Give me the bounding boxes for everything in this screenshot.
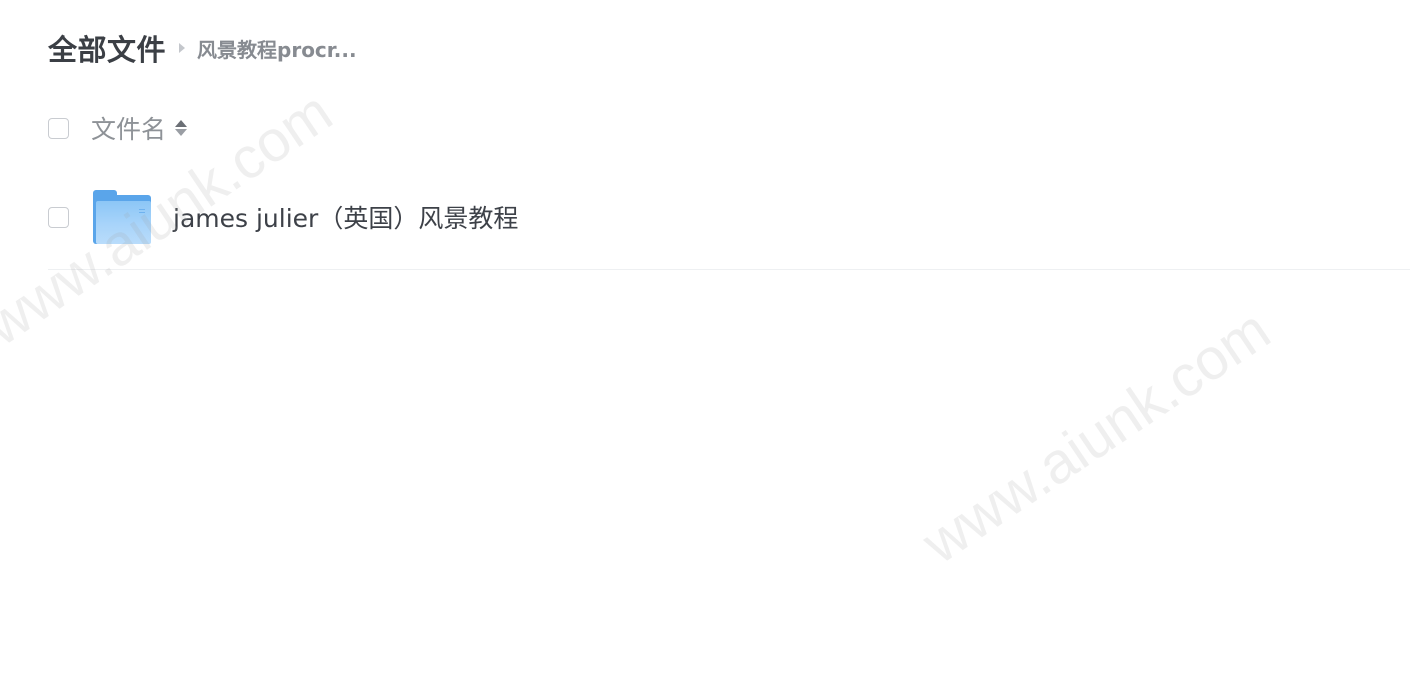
select-all-checkbox[interactable] xyxy=(48,117,69,139)
chevron-right-icon xyxy=(179,43,186,53)
column-header-filename[interactable]: 文件名 xyxy=(91,110,166,146)
list-item[interactable]: james julier（英国）风景教程 xyxy=(48,178,1410,270)
watermark: www.aiunk.com xyxy=(911,296,1282,577)
sort-icon[interactable] xyxy=(175,117,188,139)
list-header: 文件名 xyxy=(48,108,188,148)
breadcrumb-root-link[interactable]: 全部文件 xyxy=(48,27,166,69)
folder-icon xyxy=(93,189,151,244)
breadcrumb: 全部文件 风景教程procr... xyxy=(48,27,357,69)
file-browser: 全部文件 风景教程procr... 文件名 james julier（英国）风景… xyxy=(0,0,1410,684)
file-name-link[interactable]: james julier（英国）风景教程 xyxy=(173,199,518,235)
breadcrumb-current: 风景教程procr... xyxy=(197,37,357,62)
row-checkbox[interactable] xyxy=(48,207,69,228)
